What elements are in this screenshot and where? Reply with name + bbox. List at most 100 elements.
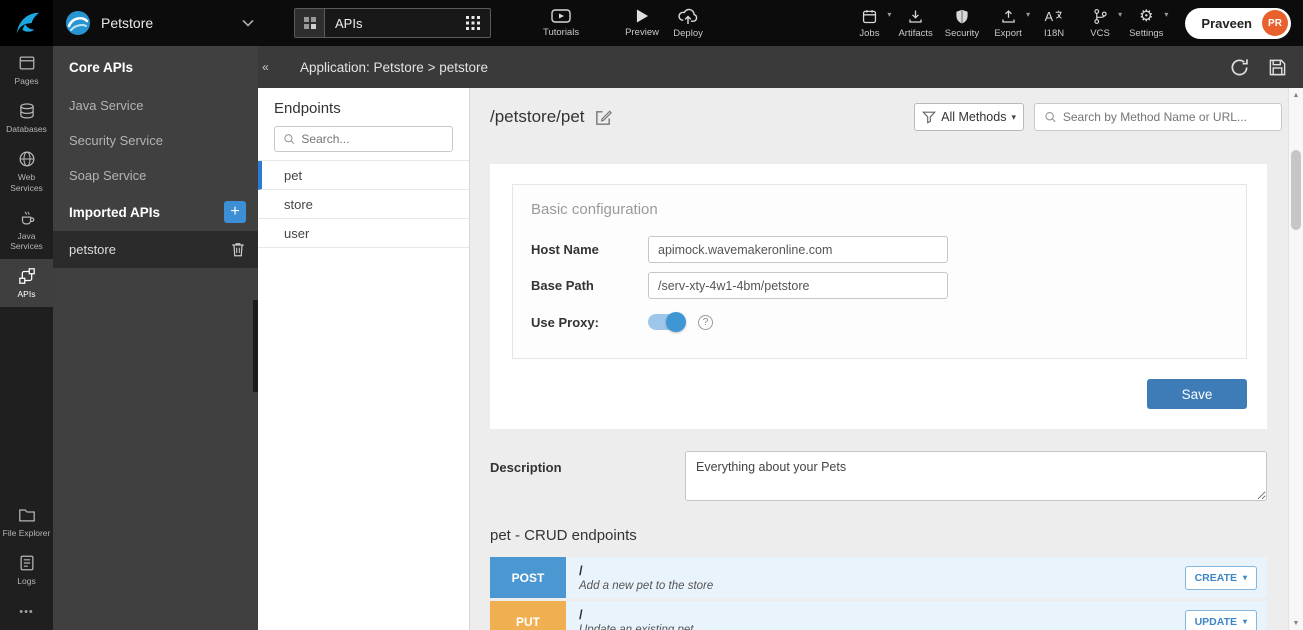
edit-icon[interactable] bbox=[594, 108, 613, 127]
endpoints-search-input[interactable] bbox=[301, 132, 444, 146]
databases-label: Databases bbox=[6, 124, 47, 134]
save-project-button[interactable] bbox=[1268, 58, 1287, 77]
file-explorer-label: File Explorer bbox=[3, 528, 51, 538]
refresh-button[interactable] bbox=[1229, 57, 1250, 78]
crud-section-title: pet - CRUD endpoints bbox=[490, 527, 1288, 544]
jobs-icon bbox=[861, 8, 878, 25]
api-icon bbox=[18, 267, 36, 285]
tutorials-button[interactable]: Tutorials bbox=[537, 0, 585, 46]
endpoints-panel: Endpoints pet store user bbox=[258, 88, 470, 630]
imported-apis-header: Imported APIs + bbox=[53, 193, 258, 231]
appbar-actions bbox=[1229, 57, 1287, 78]
sidebar-item-java-services[interactable]: Java Services bbox=[0, 201, 53, 259]
preview-label: Preview bbox=[625, 27, 659, 38]
security-button[interactable]: Security bbox=[939, 0, 985, 46]
export-button[interactable]: ▾ Export bbox=[985, 0, 1031, 46]
endpoint-item-user[interactable]: user bbox=[258, 219, 469, 248]
save-button[interactable]: Save bbox=[1147, 379, 1247, 409]
endpoint-item-pet[interactable]: pet bbox=[258, 161, 469, 190]
api-explorer-panel: Core APIs Java Service Security Service … bbox=[53, 46, 258, 630]
scrollbar[interactable]: ▲ ▼ bbox=[1288, 88, 1303, 630]
wavemaker-logo[interactable] bbox=[0, 0, 53, 46]
endpoint-row-put[interactable]: PUT / Update an existing pet UPDATE ▾ bbox=[490, 601, 1267, 630]
toggle-knob bbox=[666, 312, 686, 332]
vcs-button[interactable]: ▾ VCS bbox=[1077, 0, 1123, 46]
soap-service-label: Soap Service bbox=[69, 168, 146, 183]
scrollbar-thumb[interactable] bbox=[1291, 150, 1301, 230]
petstore-label: petstore bbox=[69, 242, 116, 257]
sidebar-item-pages[interactable]: Pages bbox=[0, 46, 53, 94]
core-apis-title: Core APIs bbox=[69, 60, 133, 75]
basic-configuration-panel: Basic configuration Host Name Base Path … bbox=[512, 184, 1247, 359]
left-nav-spacer bbox=[0, 307, 53, 497]
endpoint-row-post[interactable]: POST / Add a new pet to the store CREATE… bbox=[490, 557, 1267, 598]
application-bar: Application: Petstore > petstore bbox=[258, 46, 1303, 88]
module-selector[interactable]: APIs bbox=[294, 8, 491, 38]
method-badge-post: POST bbox=[490, 557, 566, 598]
base-path-input[interactable] bbox=[648, 272, 948, 299]
basic-configuration-card: Basic configuration Host Name Base Path … bbox=[490, 164, 1267, 429]
tool-actions: ▾ Jobs Artifacts Security bbox=[846, 0, 1169, 46]
method-badge-put: PUT bbox=[490, 601, 566, 630]
search-icon bbox=[283, 132, 295, 146]
sidebar-item-logs[interactable]: Logs bbox=[0, 546, 53, 594]
sidebar-scrollbar-thumb[interactable] bbox=[253, 300, 258, 392]
more-icon[interactable]: ••• bbox=[0, 594, 53, 630]
sidebar-item-file-explorer[interactable]: File Explorer bbox=[0, 498, 53, 546]
chevron-down-icon: ▾ bbox=[1118, 10, 1122, 19]
module-label: APIs bbox=[325, 16, 456, 31]
apps-grid-icon[interactable] bbox=[456, 16, 490, 30]
page-title: /petstore/pet bbox=[490, 107, 585, 127]
endpoint-description: Add a new pet to the store bbox=[579, 580, 713, 592]
java-service-label: Java Service bbox=[69, 98, 143, 113]
branch-icon bbox=[1093, 8, 1108, 25]
settings-button[interactable]: ⚙ ▾ Settings bbox=[1123, 0, 1169, 46]
sidebar-item-soap-service[interactable]: Soap Service bbox=[53, 158, 258, 193]
logs-icon bbox=[18, 554, 36, 572]
sidebar-item-web-services[interactable]: Web Services bbox=[0, 142, 53, 200]
artifacts-label: Artifacts bbox=[898, 28, 932, 39]
i18n-button[interactable]: A I18N bbox=[1031, 0, 1077, 46]
endpoint-item-store[interactable]: store bbox=[258, 190, 469, 219]
tutorials-label: Tutorials bbox=[543, 27, 579, 38]
user-menu[interactable]: Praveen PR bbox=[1185, 8, 1291, 39]
host-name-label: Host Name bbox=[531, 242, 648, 257]
help-icon[interactable]: ? bbox=[698, 315, 713, 330]
use-proxy-toggle[interactable] bbox=[648, 314, 684, 330]
sidebar-item-java-service[interactable]: Java Service bbox=[53, 88, 258, 123]
pages-label: Pages bbox=[14, 76, 38, 86]
artifacts-button[interactable]: Artifacts bbox=[892, 0, 938, 46]
project-selector[interactable]: Petstore bbox=[53, 0, 268, 46]
sidebar-item-apis[interactable]: APIs bbox=[0, 259, 53, 307]
host-name-input[interactable] bbox=[648, 236, 948, 263]
preview-button[interactable]: Preview bbox=[619, 0, 665, 46]
trash-icon[interactable] bbox=[230, 241, 246, 258]
method-search-input[interactable] bbox=[1063, 110, 1272, 124]
create-action-button[interactable]: CREATE ▾ bbox=[1185, 566, 1257, 590]
deploy-button[interactable]: Deploy bbox=[665, 0, 711, 46]
collapse-icon: « bbox=[262, 60, 269, 74]
description-textarea[interactable]: Everything about your Pets bbox=[685, 451, 1267, 501]
globe-icon bbox=[18, 150, 36, 168]
add-api-button[interactable]: + bbox=[224, 201, 246, 223]
deploy-label: Deploy bbox=[673, 28, 703, 39]
methods-filter-select[interactable]: All Methods ▾ bbox=[914, 103, 1024, 131]
wavemaker-studio: Petstore APIs bbox=[0, 0, 1303, 630]
filter-icon bbox=[922, 110, 936, 124]
apis-label: APIs bbox=[18, 289, 36, 299]
update-action-button[interactable]: UPDATE ▾ bbox=[1185, 610, 1257, 630]
media-actions: Tutorials Preview Deploy bbox=[537, 0, 711, 46]
api-detail-area: /petstore/pet All Methods ▾ bbox=[470, 88, 1303, 630]
sidebar-item-petstore[interactable]: petstore bbox=[53, 231, 258, 268]
jobs-button[interactable]: ▾ Jobs bbox=[846, 0, 892, 46]
scroll-down-icon[interactable]: ▼ bbox=[1289, 616, 1303, 630]
chevron-down-icon: ▾ bbox=[1011, 112, 1016, 123]
use-proxy-label: Use Proxy: bbox=[531, 315, 648, 330]
sidebar-item-security-service[interactable]: Security Service bbox=[53, 123, 258, 158]
upload-icon bbox=[1000, 8, 1017, 25]
collapse-sidebar-button[interactable]: « bbox=[258, 56, 273, 77]
pet-label: pet bbox=[284, 168, 302, 183]
description-row: Description Everything about your Pets bbox=[490, 451, 1267, 501]
sidebar-item-databases[interactable]: Databases bbox=[0, 94, 53, 142]
scroll-up-icon[interactable]: ▲ bbox=[1289, 88, 1303, 102]
